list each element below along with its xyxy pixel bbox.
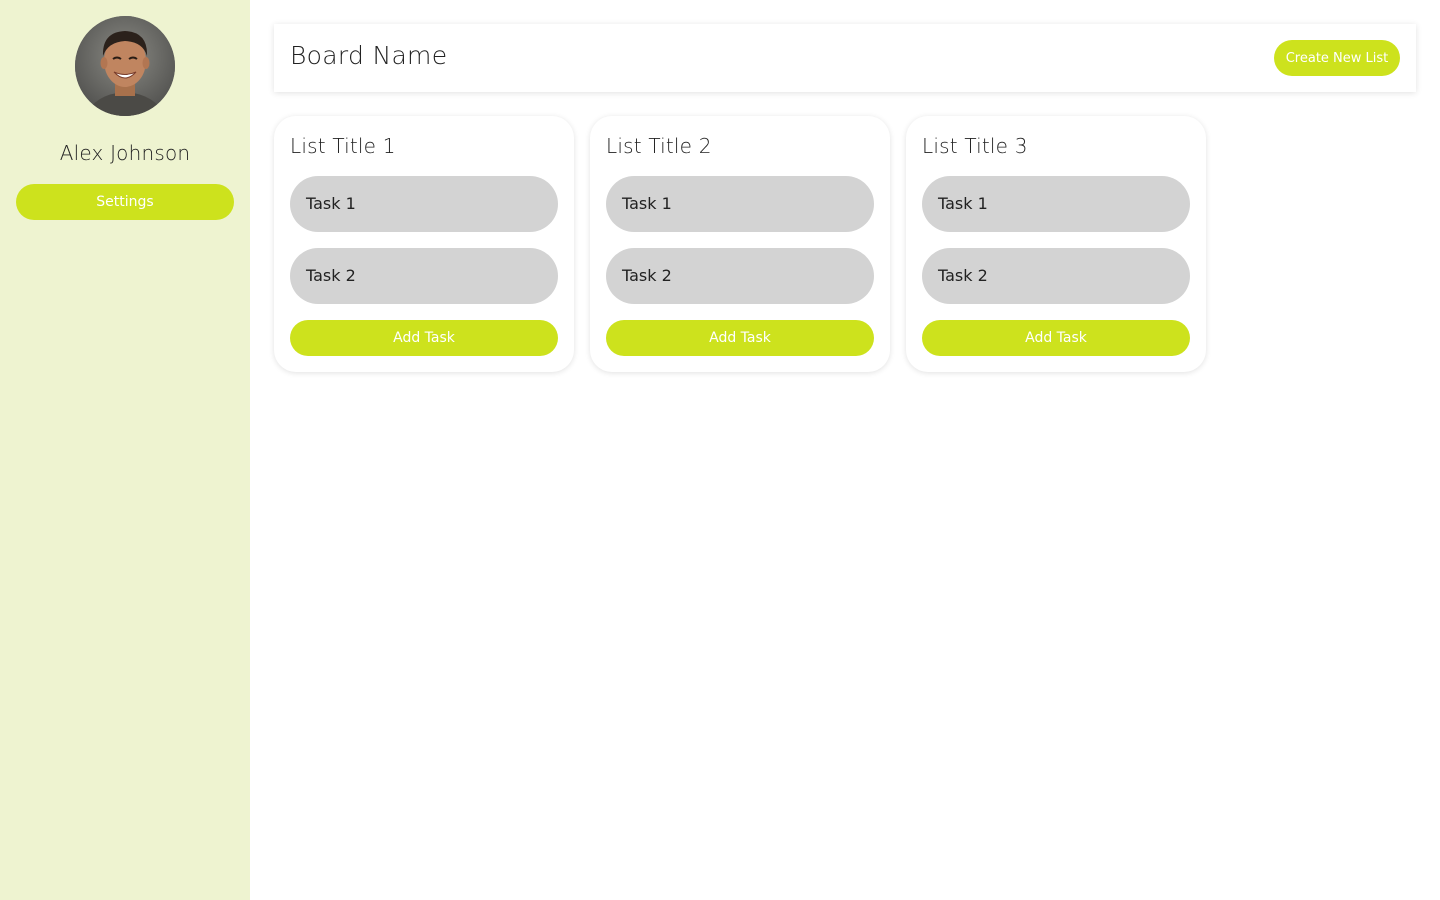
- add-task-button[interactable]: Add Task: [290, 320, 558, 356]
- list-card: List Title 1 Task 1 Task 2 Add Task: [274, 116, 574, 372]
- task-card[interactable]: Task 2: [290, 248, 558, 304]
- settings-button[interactable]: Settings: [16, 184, 234, 220]
- list-card: List Title 2 Task 1 Task 2 Add Task: [590, 116, 890, 372]
- add-task-button[interactable]: Add Task: [922, 320, 1190, 356]
- user-avatar-icon: [75, 16, 175, 116]
- task-card[interactable]: Task 1: [606, 176, 874, 232]
- add-task-button[interactable]: Add Task: [606, 320, 874, 356]
- list-title: List Title 1: [290, 134, 396, 158]
- task-card[interactable]: Task 1: [922, 176, 1190, 232]
- task-card[interactable]: Task 2: [922, 248, 1190, 304]
- task-card[interactable]: Task 1: [290, 176, 558, 232]
- list-card: List Title 3 Task 1 Task 2 Add Task: [906, 116, 1206, 372]
- app-root: Alex Johnson Settings Board Name Create …: [0, 0, 1440, 900]
- board-header: Board Name Create New List: [274, 24, 1416, 92]
- sidebar: Alex Johnson Settings: [0, 0, 250, 900]
- create-new-list-button[interactable]: Create New List: [1274, 40, 1400, 76]
- list-title: List Title 3: [922, 134, 1028, 158]
- list-title: List Title 2: [606, 134, 712, 158]
- task-card[interactable]: Task 2: [606, 248, 874, 304]
- avatar[interactable]: [75, 16, 175, 116]
- user-name: Alex Johnson: [59, 141, 191, 165]
- board-title: Board Name: [290, 41, 448, 70]
